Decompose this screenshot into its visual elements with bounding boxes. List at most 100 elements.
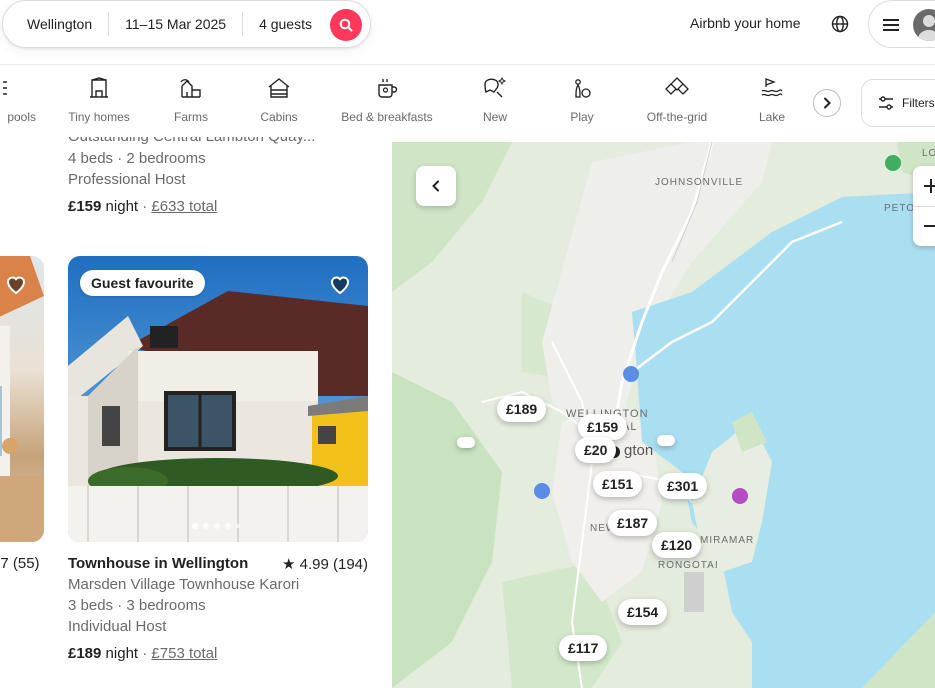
tiny-home-icon (90, 77, 108, 98)
search-dates-label: 11–15 Mar 2025 (125, 16, 227, 32)
off-grid-icon (665, 77, 689, 95)
listing-beds: 4 beds · 2 bedrooms (68, 150, 206, 167)
map-price-pin[interactable]: £154 (618, 599, 668, 625)
map-label-lo: LO (922, 148, 935, 159)
listing-host: Professional Host (68, 171, 186, 188)
search-guests[interactable]: 4 guests (243, 1, 328, 47)
category-tiny-homes[interactable]: Tiny homes (67, 76, 131, 124)
cabin-icon (268, 78, 290, 98)
listing-host: Individual Host (68, 618, 167, 635)
hamburger-icon (883, 19, 899, 31)
listing-rating: ★ 4.99 (194) (282, 556, 368, 573)
map-collapse-button[interactable] (416, 166, 456, 206)
search-location[interactable]: Wellington (3, 1, 108, 47)
category-label: New (482, 110, 507, 124)
map-price-pin[interactable]: £20 (575, 437, 617, 463)
map-price-pin[interactable]: £120 (652, 532, 702, 558)
price-unit: night (105, 645, 139, 662)
chevron-left-icon (432, 180, 439, 192)
user-menu-button[interactable] (868, 0, 935, 48)
map-price-pin[interactable]: £301 (658, 473, 708, 499)
carousel-dot (236, 524, 240, 528)
host-link[interactable]: Airbnb your home (690, 15, 801, 31)
zoom-divider (913, 206, 935, 207)
listing-subtitle: Marsden Village Townhouse Karori (68, 576, 300, 593)
avatar (913, 9, 935, 41)
bed-breakfast-icon (378, 79, 398, 98)
map-marker[interactable] (657, 435, 675, 446)
carousel-dot (214, 523, 220, 529)
search-dates[interactable]: 11–15 Mar 2025 (109, 1, 242, 47)
listing-subtitle: Outstanding Central Lambton Quay... (68, 128, 316, 145)
search-guests-label: 4 guests (259, 16, 312, 32)
map-price-pin[interactable]: £151 (593, 471, 643, 497)
category-pools[interactable]: pools (0, 76, 36, 124)
lake-icon (761, 78, 783, 97)
filter-icon (879, 96, 893, 110)
category-farms[interactable]: Farms (168, 76, 214, 124)
price-total-link[interactable]: £753 total (151, 645, 217, 662)
price-value: £159 (68, 198, 102, 215)
photo-carousel-dots (192, 523, 240, 529)
map-label-wellington-city: gton (624, 442, 654, 459)
map-label-johnsonville: JOHNSONVILLE (655, 177, 744, 188)
new-icon (484, 76, 507, 98)
price-unit: night (105, 198, 139, 215)
category-lake[interactable]: Lake (757, 76, 787, 124)
listing-price: £159 night · £633 total (68, 198, 218, 215)
map-zoom-controls (913, 166, 935, 246)
pool-icon (3, 81, 7, 95)
category-off-the-grid[interactable]: Off-the-grid (641, 76, 713, 124)
chevron-right-icon (824, 97, 831, 109)
category-label: Farms (174, 110, 208, 124)
play-icon (575, 79, 591, 98)
filters-button[interactable]: Filters (861, 79, 935, 127)
category-cabins[interactable]: Cabins (257, 76, 301, 124)
filters-label: Filters (902, 96, 935, 110)
listing-price: £189 night · £753 total (68, 645, 218, 662)
zoom-in-icon[interactable] (923, 178, 935, 194)
category-label: Tiny homes (68, 110, 130, 124)
wishlist-heart-icon[interactable] (4, 272, 28, 296)
search-location-label: Wellington (27, 16, 93, 32)
search-icon (339, 18, 353, 32)
search-bar[interactable]: Wellington 11–15 Mar 2025 4 guests (2, 0, 371, 48)
map-price-pin[interactable]: £117 (559, 635, 608, 661)
listing-title[interactable]: Townhouse in Wellington (68, 555, 248, 572)
guest-favourite-badge: Guest favourite (80, 270, 205, 296)
category-scroll-next-button[interactable] (813, 89, 841, 117)
listing-beds: 3 beds · 3 bedrooms (68, 597, 206, 614)
user-icon (918, 15, 935, 41)
header-divider (0, 64, 935, 65)
category-label: Cabins (260, 110, 298, 124)
listing-rating: 87 (55) (0, 555, 40, 572)
map-label-petone: PETO (884, 203, 916, 214)
price-total-link[interactable]: £633 total (151, 198, 217, 215)
map-price-pin[interactable]: £189 (497, 396, 547, 422)
search-button[interactable] (330, 9, 362, 41)
category-new[interactable]: New (480, 76, 510, 124)
globe-icon[interactable] (830, 14, 850, 34)
wishlist-heart-icon[interactable] (328, 272, 352, 296)
map-price-pin[interactable]: £187 (608, 510, 658, 536)
listing-photo[interactable] (68, 256, 368, 542)
category-label: Bed & breakfasts (341, 110, 433, 124)
farm-icon (180, 79, 201, 98)
townhouse-photo (68, 256, 368, 542)
category-label: Lake (758, 110, 786, 124)
category-play[interactable]: Play (567, 76, 597, 124)
category-label: Off-the-grid (646, 110, 708, 124)
map-label-rongotai: RONGOTAI (658, 560, 719, 571)
zoom-out-icon[interactable] (923, 218, 935, 234)
listing-photo[interactable] (0, 256, 44, 542)
category-bed-breakfasts[interactable]: Bed & breakfasts (338, 76, 436, 124)
map-label-miramar: MIRAMAR (700, 535, 755, 546)
map-marker[interactable] (457, 437, 475, 448)
price-value: £189 (68, 645, 102, 662)
carousel-dot (225, 523, 231, 529)
interior-photo (0, 256, 44, 542)
category-label: Play (570, 110, 594, 124)
category-label: pools (7, 110, 36, 124)
carousel-dot (203, 523, 209, 529)
carousel-dot (192, 523, 198, 529)
